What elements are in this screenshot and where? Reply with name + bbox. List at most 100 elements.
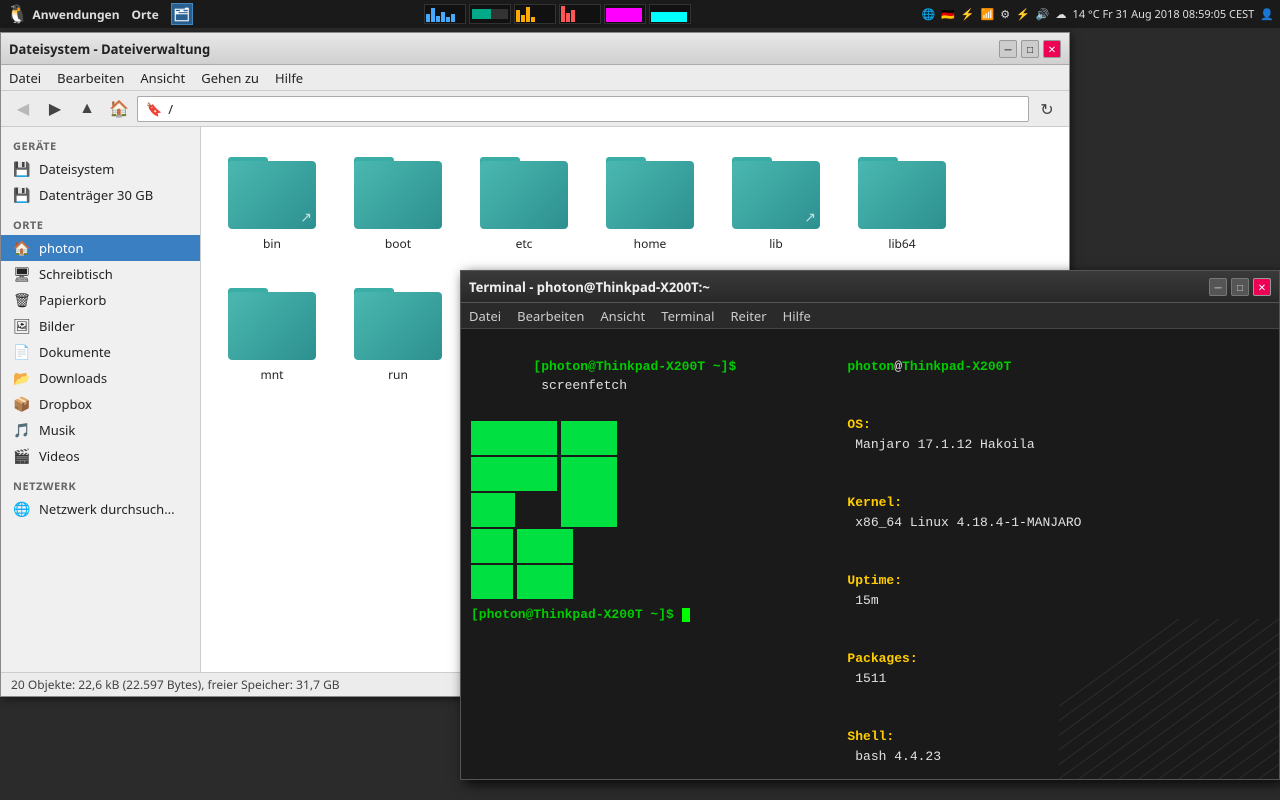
folder-arrow-icon: ↗ <box>300 208 312 227</box>
os-label: OS: <box>847 417 870 432</box>
menu-gehen-zu[interactable]: Gehen zu <box>201 69 259 87</box>
sidebar-item-dateisystem[interactable]: 💾 Dateisystem <box>1 156 200 182</box>
folder-home-label: home <box>634 235 667 252</box>
folder-etc[interactable]: etc <box>469 143 579 258</box>
taskbar-charts <box>424 4 691 24</box>
video-icon: 🎬 <box>13 447 31 465</box>
sidebar-item-photon[interactable]: 🏠 photon <box>1 235 200 261</box>
term-maximize-button[interactable]: □ <box>1231 278 1249 296</box>
art-cutout <box>515 493 557 527</box>
sysinfo-shell: Shell: bash 4.4.23 <box>785 708 1269 780</box>
term-prompt-2: [photon@Thinkpad-X200T ~]$ <box>471 607 674 622</box>
folder-run[interactable]: run <box>343 274 453 389</box>
term-menubar: Datei Bearbeiten Ansicht Terminal Reiter… <box>461 303 1279 329</box>
network-section-title: NETZWERK <box>1 475 200 496</box>
term-second-prompt-line: [photon@Thinkpad-X200T ~]$ <box>471 607 769 622</box>
sidebar-item-dokumente[interactable]: 📄 Dokumente <box>1 339 200 365</box>
address-text: / <box>168 100 173 118</box>
uptime-label: Uptime: <box>847 573 902 588</box>
sysinfo-uptime: Uptime: 15m <box>785 552 1269 630</box>
sidebar-item-dropbox[interactable]: 📦 Dropbox <box>1 391 200 417</box>
devices-section-title: GERÄTE <box>1 135 200 156</box>
folder-run-label: run <box>388 366 408 383</box>
maximize-button[interactable]: □ <box>1021 40 1039 58</box>
folder-home[interactable]: home <box>595 143 705 258</box>
close-button[interactable]: ✕ <box>1043 40 1061 58</box>
folder-bin[interactable]: ↗ bin <box>217 143 327 258</box>
sidebar-item-musik[interactable]: 🎵 Musik <box>1 417 200 443</box>
cursor <box>682 608 690 622</box>
sidebar-item-network[interactable]: 🌐 Netzwerk durchsuch... <box>1 496 200 522</box>
io-chart <box>604 4 646 24</box>
term-controls: ─ □ ✕ <box>1209 278 1271 296</box>
term-menu-datei[interactable]: Datei <box>469 307 501 325</box>
dropbox-icon: 📦 <box>13 395 31 413</box>
term-menu-terminal[interactable]: Terminal <box>661 307 714 325</box>
term-command: screenfetch <box>533 378 627 393</box>
net-chart <box>514 4 556 24</box>
term-menu-ansicht[interactable]: Ansicht <box>600 307 645 325</box>
folder-lib64[interactable]: lib64 <box>847 143 957 258</box>
sidebar-item-datentraeger[interactable]: 💾 Datenträger 30 GB <box>1 182 200 208</box>
folder-mnt[interactable]: mnt <box>217 274 327 389</box>
term-titlebar: Terminal - photon@Thinkpad-X200T:~ ─ □ ✕ <box>461 271 1279 303</box>
back-button[interactable]: ◀ <box>9 95 37 123</box>
fm-toolbar: ◀ ▶ ▲ 🏠 🔖 / ↻ <box>1 91 1069 127</box>
app-menu[interactable]: Anwendungen <box>32 6 119 23</box>
art-row-5 <box>471 565 769 599</box>
folder-etc-label: etc <box>516 235 533 252</box>
mem-chart <box>469 4 511 24</box>
art-block-5 <box>471 493 557 527</box>
menu-hilfe[interactable]: Hilfe <box>275 69 303 87</box>
sidebar-label-dropbox: Dropbox <box>39 395 92 413</box>
sidebar-item-papierkorb[interactable]: 🗑 Papierkorb <box>1 287 200 313</box>
sidebar-item-videos[interactable]: 🎬 Videos <box>1 443 200 469</box>
folder-bin-icon: ↗ <box>228 149 316 229</box>
sidebar-label-videos: Videos <box>39 447 80 465</box>
downloads-icon: 📂 <box>13 369 31 387</box>
sidebar-item-schreibtisch[interactable]: 🖥 Schreibtisch <box>1 261 200 287</box>
sidebar-item-downloads[interactable]: 📂 Downloads <box>1 365 200 391</box>
clock: 14 °C Fr 31 Aug 2018 08:59:05 CEST <box>1073 7 1255 22</box>
hdd-icon: 💾 <box>13 160 31 178</box>
sysinfo-user: photon <box>847 359 894 374</box>
gear-icon: ⚙ <box>1000 7 1010 22</box>
minimize-button[interactable]: ─ <box>999 40 1017 58</box>
active-app-icon[interactable]: 🗂 <box>171 3 193 25</box>
chart-bar <box>431 8 435 22</box>
address-bar[interactable]: 🔖 / <box>137 96 1029 122</box>
term-menu-reiter[interactable]: Reiter <box>730 307 766 325</box>
menu-bearbeiten[interactable]: Bearbeiten <box>57 69 124 87</box>
sidebar-item-bilder[interactable]: 🖼 Bilder <box>1 313 200 339</box>
sidebar-label-musik: Musik <box>39 421 75 439</box>
volume-icon: 🔊 <box>1036 7 1050 22</box>
sysinfo-at: @ <box>894 359 902 374</box>
folder-boot-label: boot <box>385 235 411 252</box>
term-menu-bearbeiten[interactable]: Bearbeiten <box>517 307 584 325</box>
cpu-chart <box>424 4 466 24</box>
term-content: [photon@Thinkpad-X200T ~]$ screenfetch <box>461 329 1279 779</box>
reload-button[interactable]: ↻ <box>1033 95 1061 123</box>
folder-boot[interactable]: boot <box>343 143 453 258</box>
term-minimize-button[interactable]: ─ <box>1209 278 1227 296</box>
forward-button[interactable]: ▶ <box>41 95 69 123</box>
folder-mnt-label: mnt <box>261 366 284 383</box>
art-block-10 <box>517 565 573 599</box>
folder-lib[interactable]: ↗ lib <box>721 143 831 258</box>
menu-datei[interactable]: Datei <box>9 69 41 87</box>
places-menu[interactable]: Orte <box>132 6 159 23</box>
sysinfo-packages: Packages: 1511 <box>785 630 1269 708</box>
term-prompt: [photon@Thinkpad-X200T ~]$ <box>533 359 736 374</box>
menu-ansicht[interactable]: Ansicht <box>140 69 185 87</box>
art-block-9 <box>471 565 513 599</box>
extra-chart <box>649 4 691 24</box>
shell-label: Shell: <box>847 729 894 744</box>
os-val: Manjaro 17.1.12 Hakoila <box>847 437 1034 452</box>
term-close-button[interactable]: ✕ <box>1253 278 1271 296</box>
folder-home-icon <box>606 149 694 229</box>
art-row-2 <box>471 457 769 491</box>
chart-bar <box>571 10 575 22</box>
home-button[interactable]: 🏠 <box>105 95 133 123</box>
term-menu-hilfe[interactable]: Hilfe <box>783 307 811 325</box>
up-button[interactable]: ▲ <box>73 95 101 123</box>
